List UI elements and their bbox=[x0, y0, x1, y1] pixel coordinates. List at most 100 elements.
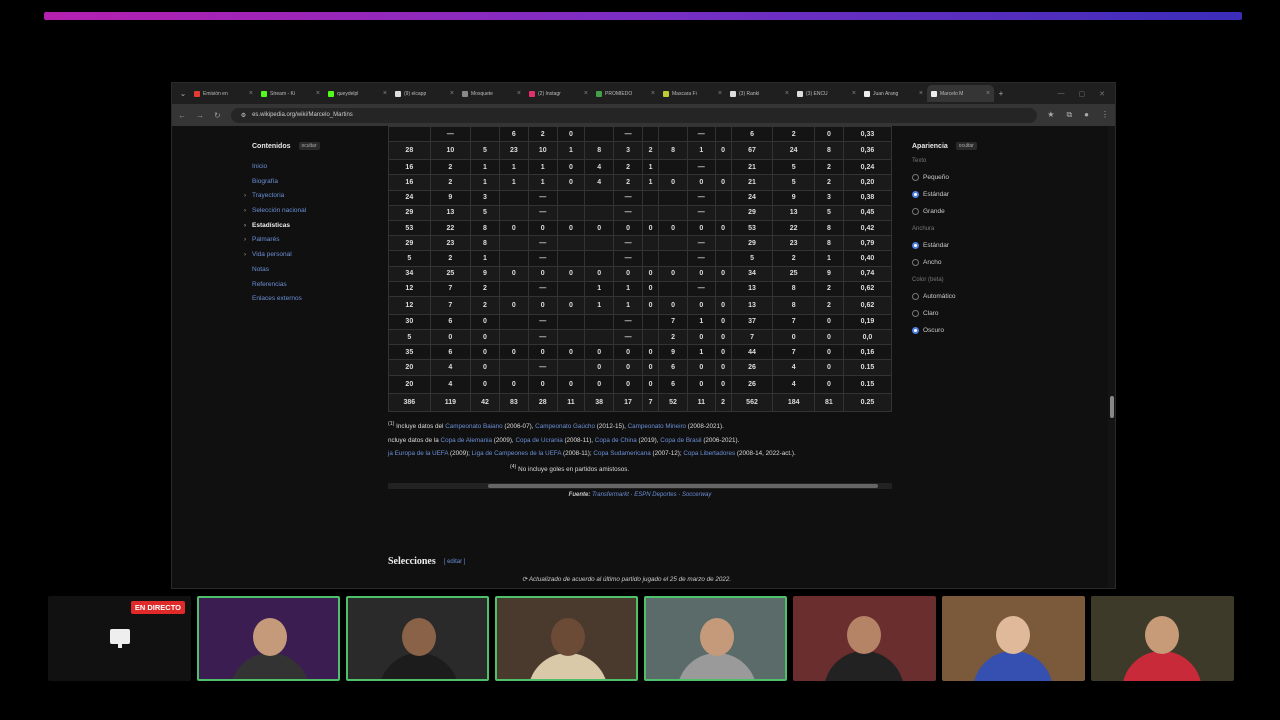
browser-tab[interactable]: Juan Arang × bbox=[860, 85, 927, 102]
link[interactable]: Campeonato Gaúcho bbox=[535, 423, 595, 430]
table-cell bbox=[470, 125, 500, 143]
radio-icon[interactable] bbox=[912, 242, 919, 249]
radio-option[interactable]: Estándar bbox=[912, 186, 1042, 203]
url-field[interactable]: ⚙ es.wikipedia.org/wiki/Marcelo_Martins bbox=[230, 107, 1038, 123]
back-icon[interactable]: ← bbox=[178, 111, 186, 120]
chevron-right-icon[interactable]: › bbox=[244, 204, 246, 219]
browser-tab[interactable]: queydelpl × bbox=[324, 85, 391, 102]
tab-close-icon[interactable]: × bbox=[584, 90, 588, 97]
toc-item[interactable]: Inicio bbox=[252, 160, 382, 175]
new-tab-button[interactable]: + bbox=[994, 89, 1008, 98]
table-horizontal-scrollbar[interactable] bbox=[388, 483, 892, 489]
link[interactable]: Copa de Brasil bbox=[660, 437, 701, 444]
link[interactable]: ja Europa de la UEFA bbox=[388, 450, 448, 457]
source-link[interactable]: Transfermarkt bbox=[592, 492, 629, 498]
toc-item[interactable]: › Trayectoria bbox=[244, 189, 382, 204]
chevron-right-icon[interactable]: › bbox=[244, 189, 246, 204]
minimize-icon[interactable]: — bbox=[1058, 90, 1065, 98]
link[interactable]: Copa de Ucrania bbox=[515, 437, 562, 444]
table-cell bbox=[714, 280, 732, 297]
statistics-table: —6 2 0— —6 2 0 0,33 28 10 5 23 10 1 8 3 2 8 1 0 67 24 8 0,36 16… bbox=[388, 125, 893, 412]
edit-section-link[interactable]: [ editar ] bbox=[444, 559, 466, 565]
browser-tab[interactable]: Stream - Ki × bbox=[257, 85, 324, 102]
menu-icon[interactable]: ⋮ bbox=[1101, 110, 1109, 120]
source-link[interactable]: ESPN Deportes bbox=[634, 492, 676, 498]
profile-avatar-icon[interactable]: ● bbox=[1084, 110, 1089, 120]
tab-close-icon[interactable]: × bbox=[450, 90, 454, 97]
link[interactable]: Liga de Campeones de la UEFA bbox=[472, 450, 562, 457]
link[interactable]: Campeonato Mineiro bbox=[628, 423, 686, 430]
table-cell: 0 bbox=[584, 359, 615, 376]
toc-item[interactable]: › Estadísticas bbox=[244, 219, 382, 234]
toc-item[interactable]: › Palmarés bbox=[244, 233, 382, 248]
toc-item[interactable]: Notas bbox=[252, 263, 382, 278]
tab-close-icon[interactable]: × bbox=[919, 90, 923, 97]
browser-tab[interactable]: (9) elcapp × bbox=[391, 85, 458, 102]
browser-tab[interactable]: Mascara Fi × bbox=[659, 85, 726, 102]
table-cell: 5 bbox=[730, 250, 774, 267]
site-info-icon[interactable]: ⚙ bbox=[241, 112, 246, 119]
chevron-right-icon[interactable]: › bbox=[244, 233, 246, 248]
radio-option[interactable]: Ancho bbox=[912, 254, 1042, 271]
link[interactable]: Copa de Alemania bbox=[441, 437, 492, 444]
toc-item[interactable]: Biografía bbox=[252, 175, 382, 190]
toc-item[interactable]: Referencias bbox=[252, 278, 382, 293]
tab-close-icon[interactable]: × bbox=[986, 90, 990, 97]
tab-close-icon[interactable]: × bbox=[316, 90, 320, 97]
radio-option[interactable]: Automático bbox=[912, 288, 1042, 305]
radio-option[interactable]: Grande bbox=[912, 203, 1042, 220]
source-link[interactable]: Soccerway bbox=[682, 492, 711, 498]
browser-tab[interactable]: Emisión en × bbox=[190, 85, 257, 102]
appearance-hide-button[interactable]: ocultar bbox=[955, 142, 977, 150]
radio-icon[interactable] bbox=[912, 310, 919, 317]
browser-tab[interactable]: PROMIEDO × bbox=[592, 85, 659, 102]
reload-icon[interactable]: ↻ bbox=[214, 111, 221, 120]
tab-close-icon[interactable]: × bbox=[852, 90, 856, 97]
tab-search-icon[interactable]: ⌄ bbox=[176, 89, 190, 98]
table-cell: 30 bbox=[388, 313, 431, 331]
radio-icon[interactable] bbox=[912, 208, 919, 215]
link[interactable]: Copa Libertadores bbox=[683, 450, 735, 457]
bookmark-star-icon[interactable]: ★ bbox=[1047, 110, 1054, 120]
browser-tab[interactable]: (3) Ranki × bbox=[726, 85, 793, 102]
tab-close-icon[interactable]: × bbox=[718, 90, 722, 97]
chevron-right-icon[interactable]: › bbox=[244, 219, 246, 234]
radio-icon[interactable] bbox=[912, 191, 919, 198]
live-badge: EN DIRECTO bbox=[130, 601, 185, 614]
maximize-icon[interactable]: ▢ bbox=[1079, 90, 1086, 98]
extensions-icon[interactable]: ⧉ bbox=[1066, 110, 1072, 120]
radio-icon[interactable] bbox=[912, 259, 919, 266]
chevron-right-icon[interactable]: › bbox=[244, 248, 246, 263]
page-scrollbar[interactable] bbox=[1108, 126, 1115, 588]
browser-tab[interactable]: Marcelo M × bbox=[927, 85, 994, 102]
tab-close-icon[interactable]: × bbox=[249, 90, 253, 97]
toc-hide-button[interactable]: ocultar bbox=[298, 142, 320, 150]
link[interactable]: Copa Sudamericana bbox=[593, 450, 650, 457]
toc-item[interactable]: Enlaces externos bbox=[252, 292, 382, 307]
browser-tab[interactable]: (2) Instagr × bbox=[525, 85, 592, 102]
radio-icon[interactable] bbox=[912, 293, 919, 300]
browser-tab[interactable]: (3) ENCU × bbox=[793, 85, 860, 102]
table-cell: 184 bbox=[772, 392, 815, 412]
radio-option[interactable]: Pequeño bbox=[912, 169, 1042, 186]
toc-item[interactable]: › Vida personal bbox=[244, 248, 382, 263]
browser-tab[interactable]: Mosquete × bbox=[458, 85, 525, 102]
webcam-feed bbox=[197, 596, 340, 681]
link[interactable]: Copa de China bbox=[595, 437, 637, 444]
tab-close-icon[interactable]: × bbox=[383, 90, 387, 97]
close-window-icon[interactable]: ✕ bbox=[1099, 90, 1105, 98]
toc-item[interactable]: › Selección nacional bbox=[244, 204, 382, 219]
tab-close-icon[interactable]: × bbox=[517, 90, 521, 97]
radio-option[interactable]: Claro bbox=[912, 305, 1042, 322]
radio-option[interactable]: Estándar bbox=[912, 237, 1042, 254]
table-cell: 0 bbox=[658, 295, 688, 315]
radio-option[interactable]: Oscuro bbox=[912, 322, 1042, 339]
tab-favicon-icon bbox=[931, 90, 937, 97]
radio-icon[interactable] bbox=[912, 327, 919, 334]
table-cell: 0 bbox=[429, 329, 472, 346]
tab-close-icon[interactable]: × bbox=[651, 90, 655, 97]
radio-icon[interactable] bbox=[912, 174, 919, 181]
link[interactable]: Campeonato Baiano bbox=[445, 423, 502, 430]
tab-close-icon[interactable]: × bbox=[785, 90, 789, 97]
forward-icon[interactable]: → bbox=[196, 111, 204, 120]
